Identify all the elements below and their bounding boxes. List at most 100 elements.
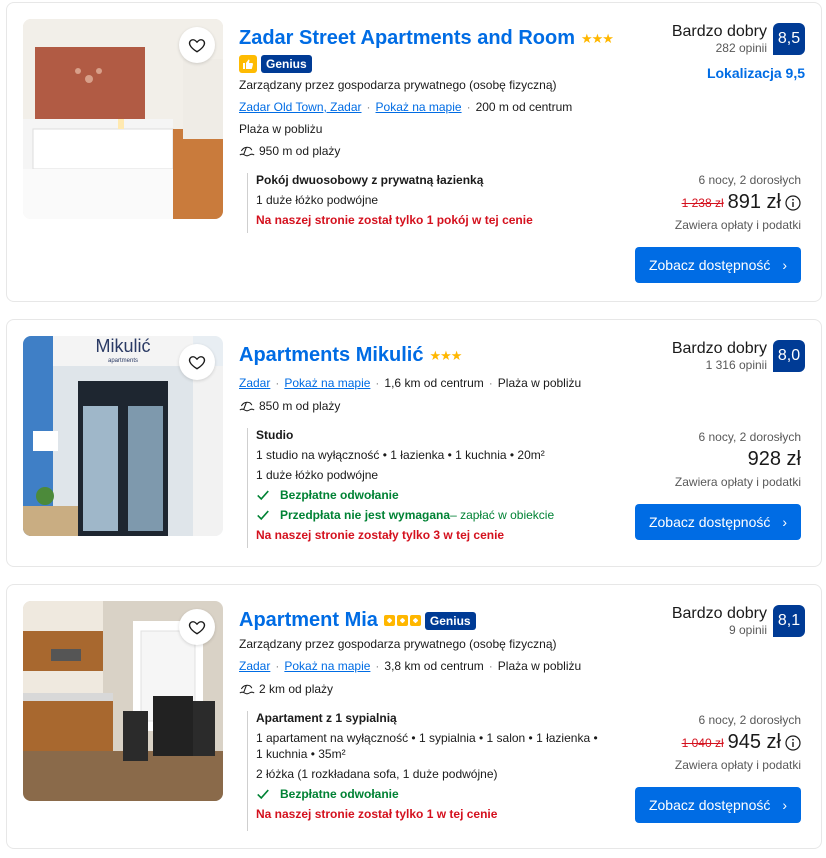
distance-from-center: 1,6 km od centrum [384, 376, 484, 390]
beach-note: Plaża w pobliżu [239, 122, 323, 136]
location-link[interactable]: Zadar [239, 659, 270, 673]
current-price: 891 zł [727, 191, 781, 213]
genius-badge: Genius [261, 55, 312, 73]
property-card[interactable]: Apartment Mia Genius Zarządzany przez go… [6, 584, 822, 849]
location-link[interactable]: Zadar Old Town, Zadar [239, 100, 362, 114]
review-count: 9 opinii [728, 623, 767, 637]
taxes-note: Zawiera opłaty i podatki [674, 758, 801, 772]
beach-note: Plaża w pobliżu [497, 376, 582, 390]
review-score-badge[interactable]: 8,1 [773, 605, 805, 637]
room-type: Studio [256, 428, 294, 442]
property-name-link[interactable]: Zadar Street Apartments and Room [239, 27, 575, 50]
info-icon[interactable] [785, 734, 801, 751]
show-on-map-link[interactable]: Pokaż na mapie [284, 659, 370, 673]
stay-details: 6 nocy, 2 dorosłych [698, 173, 802, 187]
beach-icon [239, 684, 255, 695]
stay-details: 6 nocy, 2 dorosłych [698, 430, 802, 444]
checkmark-icon [257, 789, 269, 800]
favorite-button[interactable] [179, 609, 215, 645]
info-icon[interactable] [785, 194, 801, 211]
button-label: Zobacz dostępność [648, 797, 771, 813]
room-type: Pokój dwuosobowy z prywatną łazienką [256, 173, 484, 187]
property-photo[interactable] [23, 19, 223, 219]
no-prepayment-label: Przedpłata nie jest wymagana [280, 508, 451, 522]
genius-badge: Genius [424, 611, 476, 630]
star-rating: ★★★ [429, 347, 462, 363]
property-card[interactable]: Zadar Street Apartments and Room ★★★ Gen… [6, 2, 822, 302]
star-rating: ★★★ [581, 30, 614, 46]
thumbs-up-icon [239, 55, 257, 73]
property-card[interactable]: Mikulić apartments Apartments Mikulić ★★… [6, 319, 822, 567]
property-photo[interactable] [23, 601, 223, 801]
host-type: Zarządzany przez gospodarza prywatnego (… [239, 78, 557, 92]
pay-at-property-label: – zapłać w obiekcie [450, 508, 555, 522]
original-price: 1 238 zł [681, 195, 724, 210]
free-cancellation: Bezpłatne odwołanie [256, 787, 598, 801]
beach-distance: 850 m od plaży [259, 399, 341, 413]
review-count: 1 316 opinii [705, 358, 767, 372]
see-availability-button[interactable]: Zobacz dostępność › [635, 504, 801, 540]
button-label: Zobacz dostępność [648, 514, 771, 530]
unit-details-cont: 1 kuchnia • 35m² [256, 747, 346, 761]
beach-icon [239, 401, 255, 412]
beach-distance: 2 km od plaży [259, 682, 334, 696]
review-score-word: Bardzo dobry [671, 605, 767, 622]
beach-note: Plaża w pobliżu [497, 659, 582, 673]
property-name-link[interactable]: Apartment Mia [239, 609, 378, 632]
chevron-right-icon: › [782, 257, 788, 273]
taxes-note: Zawiera opłaty i podatki [674, 475, 801, 489]
scarcity-message: Na naszej stronie zostały tylko 3 w tej … [256, 528, 505, 542]
favorite-button[interactable] [179, 27, 215, 63]
property-photo[interactable]: Mikulić apartments [23, 336, 223, 536]
distance-from-center: 200 m od centrum [475, 100, 573, 114]
original-price: 1 040 zł [681, 735, 724, 750]
see-availability-button[interactable]: Zobacz dostępność › [635, 247, 801, 283]
bed-details: 2 łóżka (1 rozkładana sofa, 1 duże podwó… [256, 767, 498, 781]
separator-dot: · [375, 659, 380, 673]
separator-dot: · [275, 659, 280, 673]
beach-distance: 950 m od plaży [259, 144, 341, 158]
free-cancellation-label: Bezpłatne odwołanie [280, 488, 399, 502]
review-count: 282 opinii [715, 41, 767, 55]
free-cancellation: Bezpłatne odwołanie [256, 488, 554, 502]
review-score-word: Bardzo dobry [671, 23, 767, 40]
checkmark-icon [257, 510, 269, 521]
show-on-map-link[interactable]: Pokaż na mapie [376, 100, 462, 114]
beach-icon [239, 146, 255, 157]
chevron-right-icon: › [782, 514, 788, 530]
free-cancellation-label: Bezpłatne odwołanie [280, 787, 399, 801]
apartment-rating-squares [383, 615, 421, 626]
see-availability-button[interactable]: Zobacz dostępność › [635, 787, 801, 823]
separator-dot: · [375, 376, 380, 390]
favorite-button[interactable] [179, 344, 215, 380]
bed-details: 1 duże łóżko podwójne [256, 193, 379, 207]
heart-icon [188, 39, 206, 53]
separator-dot: · [275, 376, 280, 390]
current-price: 945 zł [727, 731, 781, 753]
current-price: 928 zł [747, 448, 801, 470]
review-score-badge[interactable]: 8,5 [773, 23, 805, 55]
property-name-link[interactable]: Apartments Mikulić [239, 344, 423, 367]
unit-details: 1 studio na wyłączność • 1 łazienka • 1 … [256, 448, 545, 462]
photo-sign-text: Mikulić [95, 336, 150, 356]
location-score: Lokalizacja 9,5 [706, 65, 805, 81]
show-on-map-link[interactable]: Pokaż na mapie [284, 376, 370, 390]
heart-icon [188, 621, 206, 635]
checkmark-icon [257, 490, 269, 501]
button-label: Zobacz dostępność [648, 257, 771, 273]
separator-dot: · [366, 100, 371, 114]
photo-sign-subtext: apartments [108, 358, 138, 364]
heart-icon [188, 356, 206, 370]
chevron-right-icon: › [782, 797, 788, 813]
separator-dot: · [488, 376, 493, 390]
taxes-note: Zawiera opłaty i podatki [674, 218, 801, 232]
separator-dot: · [466, 100, 471, 114]
host-type: Zarządzany przez gospodarza prywatnego (… [239, 637, 557, 651]
no-prepayment: Przedpłata nie jest wymagana – zapłać w … [256, 508, 554, 522]
distance-from-center: 3,8 km od centrum [384, 659, 484, 673]
scarcity-message: Na naszej stronie został tylko 1 pokój w… [256, 213, 533, 227]
location-link[interactable]: Zadar [239, 376, 270, 390]
separator-dot: · [488, 659, 493, 673]
review-score-badge[interactable]: 8,0 [773, 340, 805, 372]
review-score-word: Bardzo dobry [671, 340, 767, 357]
